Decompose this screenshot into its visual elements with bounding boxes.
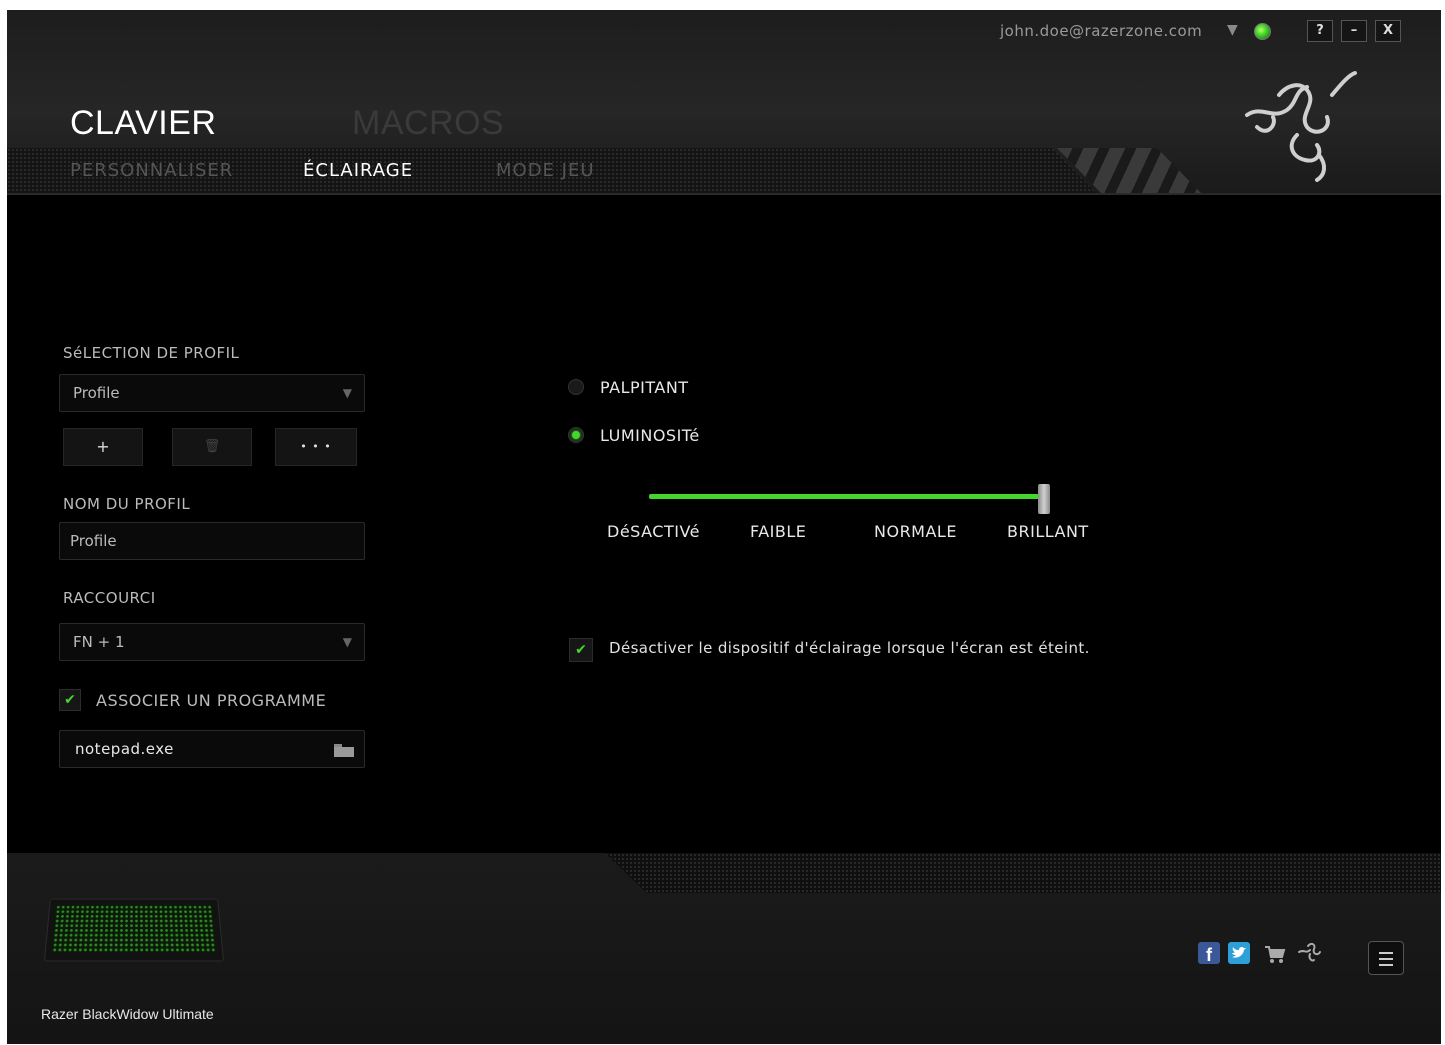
level-faible: FAIBLE [750,522,807,541]
profile-name-field[interactable]: Profile [59,522,365,560]
level-brillant: BRILLANT [1007,522,1089,541]
screen-off-checkbox[interactable]: ✔ [569,638,593,662]
twitter-icon[interactable] [1228,942,1250,964]
profile-dropdown-value: Profile [73,384,120,402]
close-button[interactable]: X [1375,20,1401,42]
menu-button[interactable] [1368,941,1404,975]
link-program-checkbox[interactable]: ✔ [59,689,81,711]
online-status-icon [1254,23,1271,40]
help-button[interactable]: ? [1307,20,1333,42]
program-path-field[interactable]: notepad.exe [59,730,365,768]
account-dropdown-icon[interactable]: ▼ [1227,22,1238,38]
screen-off-label: Désactiver le dispositif d'éclairage lor… [609,639,1090,657]
link-program-label: ASSOCIER UN PROGRAMME [96,691,327,710]
store-cart-icon[interactable] [1263,944,1287,964]
luminosite-radio[interactable] [568,427,584,443]
level-desactive: DéSACTIVé [607,522,700,541]
profile-dropdown[interactable]: Profile ▼ [59,374,365,412]
window-controls: ? – X [1307,20,1409,42]
palpitant-label: PALPITANT [600,378,689,397]
svg-text:f: f [1206,945,1213,964]
keyboard-device-image[interactable] [43,898,225,962]
chevron-down-icon: ▼ [342,386,352,400]
chevron-down-icon: ▼ [342,635,352,649]
profile-selection-label: SéLECTION DE PROFIL [63,344,240,362]
palpitant-radio[interactable] [568,379,584,395]
tab-mode-jeu[interactable]: MODE JEU [496,160,595,181]
brightness-slider-track[interactable] [649,494,1044,499]
shortcut-label: RACCOURCI [63,589,156,607]
tab-clavier[interactable]: CLAVIER [70,104,216,143]
profile-name-label: NOM DU PROFIL [63,495,191,513]
razer-logo-icon [1245,71,1357,182]
tab-eclairage[interactable]: ÉCLAIRAGE [303,160,413,181]
tab-macros[interactable]: MACROS [352,104,504,143]
razer-synapse-window: john.doe@razerzone.com ▼ ? – X CLAVIER M… [7,10,1441,1044]
shortcut-dropdown[interactable]: FN + 1 ▼ [59,623,365,661]
brightness-slider-thumb[interactable] [1038,484,1050,514]
facebook-icon[interactable]: f [1198,942,1220,965]
more-options-button[interactable]: • • • [275,428,357,466]
trash-icon: 🗑 [203,439,221,454]
device-name: Razer BlackWidow Ultimate [41,1006,214,1022]
account-email[interactable]: john.doe@razerzone.com [1000,22,1202,40]
shortcut-value: FN + 1 [73,633,125,651]
minimize-button[interactable]: – [1341,20,1367,42]
luminosite-label: LUMINOSITé [600,426,700,445]
add-profile-button[interactable]: + [63,428,143,466]
tab-personnaliser[interactable]: PERSONNALISER [70,160,233,181]
program-path-value: notepad.exe [75,740,174,758]
delete-profile-button[interactable]: 🗑 [172,428,252,466]
folder-icon[interactable] [334,744,354,757]
level-normale: NORMALE [874,522,957,541]
razer-insider-icon[interactable] [1296,940,1322,964]
